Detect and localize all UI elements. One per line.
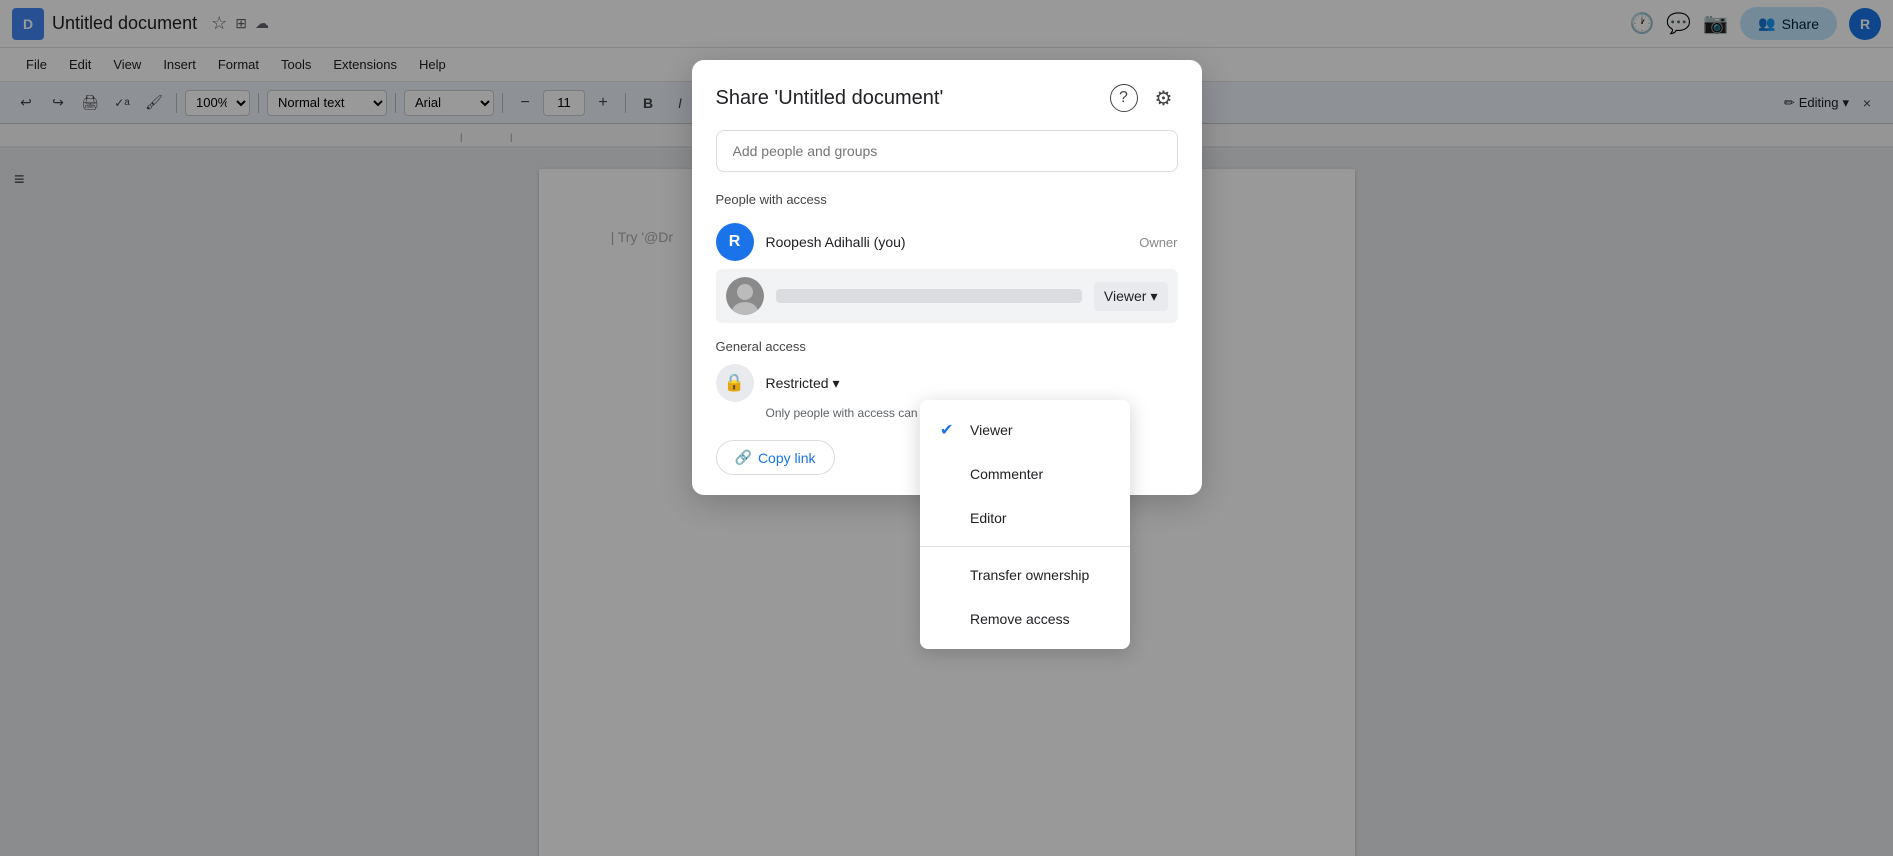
help-icon: ?: [1119, 89, 1128, 107]
viewer-check-icon: ✔: [940, 420, 960, 440]
owner-avatar: R: [716, 223, 754, 261]
dialog-header: Share 'Untitled document' ? ⚙: [716, 84, 1178, 112]
lock-icon-circle: 🔒: [716, 364, 754, 402]
owner-row: R Roopesh Adihalli (you) Owner: [716, 217, 1178, 267]
role-option-remove[interactable]: ✔ Remove access: [920, 597, 1130, 641]
people-section-label: People with access: [716, 192, 1178, 207]
role-editor-label: Editor: [970, 510, 1007, 526]
second-person-avatar: [726, 277, 764, 315]
role-option-viewer[interactable]: ✔ Viewer: [920, 408, 1130, 452]
owner-name: Roopesh Adihalli (you): [766, 234, 1128, 250]
modal-overlay[interactable]: Share 'Untitled document' ? ⚙ People wit…: [0, 0, 1893, 856]
second-person-name-blur: [776, 289, 1082, 303]
role-option-commenter[interactable]: ✔ Commenter: [920, 452, 1130, 496]
restricted-label: Restricted: [766, 375, 829, 391]
role-option-transfer[interactable]: ✔ Transfer ownership: [920, 553, 1130, 597]
dialog-header-icons: ? ⚙: [1110, 84, 1178, 112]
copy-link-button[interactable]: 🔗 Copy link: [716, 440, 835, 475]
viewer-role-dropdown[interactable]: Viewer ▾: [1094, 282, 1168, 311]
role-remove-label: Remove access: [970, 611, 1070, 627]
link-icon: 🔗: [735, 449, 752, 466]
owner-role: Owner: [1139, 235, 1177, 250]
help-button[interactable]: ?: [1110, 84, 1138, 112]
dialog-title: Share 'Untitled document': [716, 87, 944, 110]
second-person-row: Viewer ▾: [716, 269, 1178, 323]
copy-link-label: Copy link: [758, 450, 816, 466]
add-people-input[interactable]: [716, 130, 1178, 172]
lock-icon: 🔒: [724, 373, 745, 393]
role-dropdown-menu: ✔ Viewer ✔ Commenter ✔ Editor ✔ Transfer…: [920, 400, 1130, 649]
general-access-row: 🔒 Restricted ▾: [716, 364, 1178, 402]
settings-button[interactable]: ⚙: [1150, 84, 1178, 112]
restricted-chevron-icon: ▾: [833, 375, 840, 392]
gear-icon: ⚙: [1155, 86, 1173, 111]
role-divider: [920, 546, 1130, 547]
viewer-role-label: Viewer: [1104, 288, 1147, 304]
role-transfer-label: Transfer ownership: [970, 567, 1089, 583]
role-option-editor[interactable]: ✔ Editor: [920, 496, 1130, 540]
role-commenter-label: Commenter: [970, 466, 1043, 482]
restricted-dropdown-button[interactable]: Restricted ▾: [766, 375, 840, 392]
general-access-label: General access: [716, 339, 1178, 354]
role-viewer-label: Viewer: [970, 422, 1013, 438]
viewer-dropdown-chevron-icon: ▾: [1150, 288, 1157, 305]
